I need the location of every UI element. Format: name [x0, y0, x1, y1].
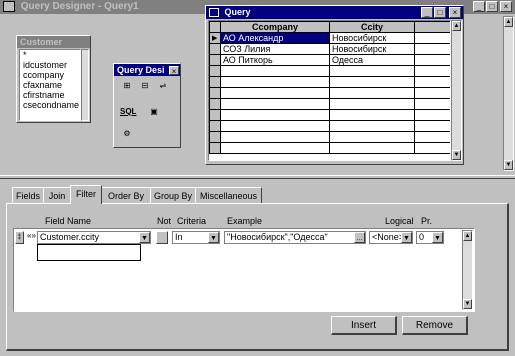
header-example: Example	[227, 216, 263, 226]
tab-group-by[interactable]: Group By	[150, 187, 196, 203]
table-panel-title[interactable]: Customer	[17, 36, 90, 48]
table-field-item[interactable]: idcustomer	[20, 60, 80, 70]
ellipsis-icon[interactable]: …	[354, 232, 365, 243]
row-selector[interactable]	[209, 54, 221, 66]
app-title: Query Designer - Query1	[20, 1, 139, 12]
table-field-item[interactable]: csecondname	[20, 100, 80, 110]
table-field-list[interactable]: * idcustomer ccompany cfaxname cfirstnam…	[19, 49, 81, 121]
tab-filter[interactable]: Filter	[70, 185, 102, 204]
grid-cell	[414, 32, 450, 44]
tab-miscellaneous[interactable]: Miscellaneous	[195, 187, 262, 203]
table-field-item[interactable]: *	[20, 50, 80, 60]
scroll-up-button[interactable]: ▲	[452, 21, 461, 31]
run-query-icon[interactable]: ▣	[147, 106, 161, 118]
header-not: Not	[157, 216, 172, 226]
column-header[interactable]: Ccity	[329, 21, 415, 33]
add-join-icon[interactable]: ⇌	[156, 80, 170, 92]
results-grid[interactable]: Ccompany Ccity ▶ АО Александр Новосибирс…	[208, 20, 451, 161]
grid-cell	[414, 54, 450, 66]
row-selector[interactable]: ▶	[209, 32, 221, 44]
header-criteria: Criteria	[177, 216, 207, 226]
column-header[interactable]: Ccompany	[220, 21, 330, 33]
app-icon	[3, 0, 15, 12]
row-marker-icon: «»	[27, 231, 36, 240]
row-header-corner	[209, 21, 221, 33]
remove-button[interactable]: Remove	[402, 316, 468, 335]
table-row[interactable]: АО Питкорь Одесса	[209, 54, 450, 66]
designer-toolbar: Query Desi × ⊞ ⊟ ⇌ SQL ▣ ⚙	[113, 63, 181, 148]
results-maximize-button[interactable]: □	[434, 7, 446, 18]
scroll-down-button[interactable]: ▼	[452, 150, 461, 160]
filter-list-scrollbar[interactable]: ▲ ▼	[462, 230, 473, 310]
grid-cell[interactable]: АО Питкорь	[220, 54, 330, 66]
table-row[interactable]: СОЗ Лилия Новосибирск	[209, 43, 450, 55]
table-row[interactable]: ▶ АО Александр Новосибирск	[209, 32, 450, 44]
app-close-button[interactable]: ×	[500, 1, 512, 12]
field-name-select[interactable]: Customer.ccity ▼	[37, 231, 151, 244]
tab-order-by[interactable]: Order By	[101, 187, 151, 203]
table-field-item[interactable]: cfaxname	[20, 80, 80, 90]
priority-select[interactable]: 0 ▼	[416, 231, 444, 244]
scroll-up-button[interactable]: ▲	[463, 231, 472, 241]
results-minimize-button[interactable]: _	[421, 7, 433, 18]
chevron-down-icon[interactable]: ▼	[401, 232, 412, 243]
results-title: Query	[224, 7, 251, 17]
header-logical: Logical	[385, 216, 414, 226]
table-panel[interactable]: Customer * idcustomer ccompany cfaxname …	[16, 35, 91, 123]
sql-button[interactable]: SQL	[120, 106, 136, 118]
results-close-button[interactable]: ×	[449, 7, 461, 18]
grid-cell[interactable]: Новосибирск	[329, 32, 415, 44]
table-field-item[interactable]: cfirstname	[20, 90, 80, 100]
properties-icon[interactable]: ⚙	[120, 128, 134, 140]
row-move-handle[interactable]: ‡	[15, 231, 24, 244]
tab-join[interactable]: Join	[43, 187, 71, 203]
header-pr: Pr.	[421, 216, 433, 226]
app-maximize-button[interactable]: □	[486, 1, 498, 12]
criteria-select[interactable]: In ▼	[172, 231, 220, 244]
chevron-down-icon[interactable]: ▼	[432, 232, 443, 243]
header-field-name: Field Name	[45, 216, 92, 226]
results-window: Query _ □ × Ccompany Ccity ▶ АО Александ…	[205, 5, 464, 165]
not-checkbox[interactable]	[156, 231, 168, 244]
example-input[interactable]: "Новосибирск","Одесса" …	[224, 231, 366, 244]
results-vertical-scrollbar[interactable]: ▲ ▼	[451, 20, 462, 161]
tab-fields[interactable]: Fields	[12, 187, 44, 203]
grid-cell[interactable]: Новосибирск	[329, 43, 415, 55]
field-dropdown-list[interactable]	[37, 244, 141, 261]
grid-cell	[414, 21, 450, 33]
table-field-scrollbar[interactable]	[81, 49, 89, 121]
pane-splitter[interactable]	[0, 175, 515, 179]
grid-cell[interactable]: АО Александр	[220, 32, 330, 44]
app-minimize-button[interactable]: _	[473, 1, 485, 12]
chevron-down-icon[interactable]: ▼	[208, 232, 219, 243]
filter-list[interactable]: ‡ «» Customer.ccity ▼ In ▼ "Новосибирск"…	[13, 228, 475, 312]
toolbar-close-button[interactable]: ×	[169, 66, 179, 76]
chevron-down-icon[interactable]: ▼	[139, 232, 150, 243]
grid-cell	[414, 43, 450, 55]
scroll-down-button[interactable]: ▼	[463, 299, 472, 309]
grid-cell[interactable]: Одесса	[329, 54, 415, 66]
results-window-icon	[209, 8, 219, 18]
scroll-down-button[interactable]: ▼	[504, 160, 513, 170]
remove-table-icon[interactable]: ⊟	[138, 80, 152, 92]
grid-cell[interactable]: СОЗ Лилия	[220, 43, 330, 55]
workspace-vertical-scrollbar[interactable]: ▲ ▼	[503, 16, 514, 171]
insert-button[interactable]: Insert	[331, 316, 397, 335]
logical-select[interactable]: <None> ▼	[369, 231, 413, 244]
table-field-item[interactable]: ccompany	[20, 70, 80, 80]
row-selector[interactable]	[209, 43, 221, 55]
add-table-icon[interactable]: ⊞	[120, 80, 134, 92]
scroll-up-button[interactable]: ▲	[504, 17, 513, 27]
filter-tab-page: Field Name Not Criteria Example Logical …	[6, 203, 509, 351]
